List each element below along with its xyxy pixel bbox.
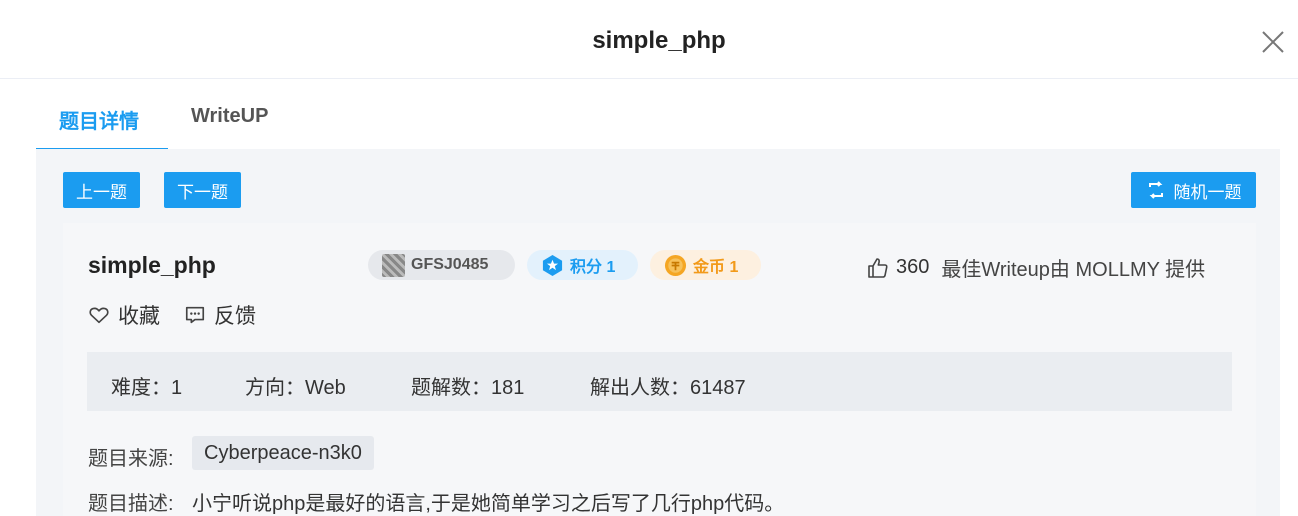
description-label: 题目描述: xyxy=(88,493,174,515)
heart-icon xyxy=(89,307,109,324)
stats-bar: 难度：1 方向：Web 题解数：181 解出人数：61487 xyxy=(87,352,1232,411)
tab-bar: 题目详情 WriteUP xyxy=(36,96,1280,152)
tab-writeup[interactable]: WriteUP xyxy=(191,105,268,128)
source-tag: Cyberpeace-n3k0 xyxy=(192,436,374,470)
thumbs-up-icon[interactable] xyxy=(866,256,890,280)
challenge-modal: simple_php 题目详情 WriteUP 上一题 下一题 随机一题 sim… xyxy=(0,0,1298,516)
direction-stat: 方向：Web xyxy=(245,377,346,399)
close-icon[interactable] xyxy=(1260,29,1286,55)
likes-count: 360 xyxy=(896,256,930,278)
solvers-stat: 解出人数：61487 xyxy=(590,377,746,399)
random-challenge-label: 随机一题 xyxy=(1173,182,1242,202)
message-icon xyxy=(185,306,205,324)
random-challenge-button[interactable]: 随机一题 xyxy=(1131,172,1256,208)
shuffle-icon xyxy=(1148,181,1163,199)
modal-header: simple_php xyxy=(0,0,1298,79)
score-badge: 积分 1 xyxy=(527,250,638,280)
next-challenge-button[interactable]: 下一题 xyxy=(164,172,241,208)
challenge-id-label: GFSJ0485 xyxy=(411,256,489,273)
favorite-button[interactable]: 收藏 xyxy=(88,300,160,330)
feedback-label: 反馈 xyxy=(214,305,256,328)
score-label: 积分 1 xyxy=(570,259,616,276)
coin-badge: 金币 1 xyxy=(650,250,761,280)
likes-section: 360 最佳Writeup由 MOLLMY 提供 xyxy=(866,253,1205,282)
favorite-label: 收藏 xyxy=(118,305,160,328)
solves-stat: 题解数：181 xyxy=(411,377,525,399)
challenge-id-badge: GFSJ0485 xyxy=(368,250,515,280)
writeup-credit: 最佳Writeup由 MOLLMY 提供 xyxy=(941,259,1206,281)
challenge-avatar xyxy=(382,253,405,277)
description-text: 小宁听说php是最好的语言,于是她简单学习之后写了几行php代码。 xyxy=(192,493,785,515)
source-label: 题目来源: xyxy=(88,448,174,470)
coin-label: 金币 1 xyxy=(693,259,739,276)
coin-icon xyxy=(664,254,687,276)
feedback-button[interactable]: 反馈 xyxy=(184,300,256,330)
difficulty-stat: 难度：1 xyxy=(111,377,183,399)
modal-title: simple_php xyxy=(592,27,726,54)
star-icon xyxy=(542,254,563,276)
tab-challenge-details[interactable]: 题目详情 xyxy=(59,105,139,134)
prev-challenge-button[interactable]: 上一题 xyxy=(63,172,140,208)
challenge-name: simple_php xyxy=(88,252,216,278)
